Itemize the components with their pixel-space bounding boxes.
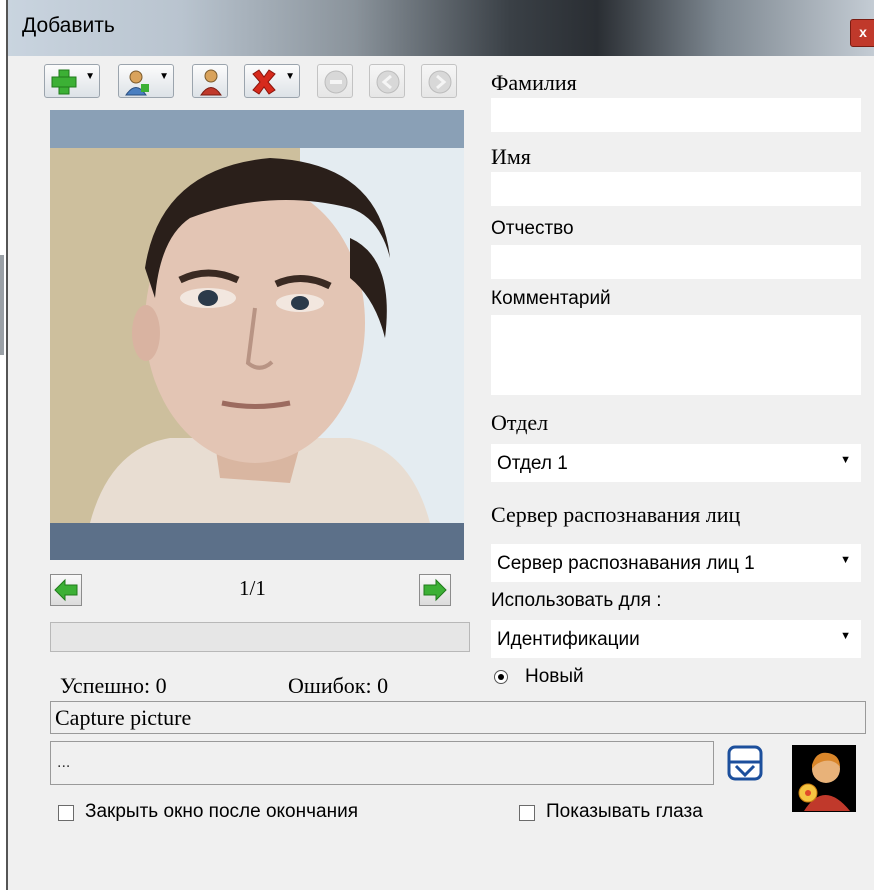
first-name-label: Имя xyxy=(491,144,531,169)
first-name-field[interactable] xyxy=(491,172,861,206)
close-after-checkbox[interactable] xyxy=(58,805,74,821)
prev-round-button[interactable] xyxy=(369,64,405,98)
photo-top-bar xyxy=(50,110,464,148)
new-radio[interactable] xyxy=(494,670,508,684)
progress-bar xyxy=(50,622,470,652)
status-message: Capture picture xyxy=(55,705,192,730)
user-menu-button[interactable]: ▼ xyxy=(118,64,174,98)
chevron-down-icon: ▼ xyxy=(159,71,169,82)
error-count: Ошибок: 0 xyxy=(288,673,389,698)
use-for-select[interactable]: Идентификации ▼ xyxy=(491,620,861,658)
delete-menu-button[interactable]: ▼ xyxy=(244,64,300,98)
patronymic-label: Отчество xyxy=(491,218,574,239)
close-button[interactable]: x xyxy=(850,19,874,47)
department-select[interactable]: Отдел 1 ▼ xyxy=(491,444,861,482)
next-circle-icon xyxy=(428,70,452,94)
user-icon xyxy=(200,69,222,96)
close-after-label[interactable]: Закрыть окно после окончания xyxy=(85,801,358,823)
next-round-button[interactable] xyxy=(421,64,457,98)
person-icon xyxy=(792,745,856,812)
prev-circle-icon xyxy=(376,70,400,94)
user-button[interactable] xyxy=(192,64,228,98)
face-photo xyxy=(50,148,464,523)
delete-icon xyxy=(252,69,276,95)
face-photo-panel xyxy=(50,110,464,560)
last-name-field[interactable] xyxy=(491,98,861,132)
server-select[interactable]: Сервер распознавания лиц 1 ▼ xyxy=(491,544,861,582)
stop-icon xyxy=(324,70,348,94)
comment-label: Комментарий xyxy=(491,288,611,309)
stack-icon xyxy=(727,745,763,781)
close-icon: x xyxy=(859,24,867,40)
use-for-label: Использовать для : xyxy=(491,590,662,611)
department-label: Отдел xyxy=(491,410,549,435)
last-name-label: Фамилия xyxy=(491,70,577,95)
comment-field[interactable] xyxy=(491,315,861,395)
server-value: Сервер распознавания лиц 1 xyxy=(497,553,755,574)
show-eyes-label[interactable]: Показывать глаза xyxy=(546,801,703,823)
add-photo-button[interactable]: ▼ xyxy=(44,64,100,98)
department-value: Отдел 1 xyxy=(497,453,568,474)
user-dropdown-icon xyxy=(125,70,149,96)
show-eyes-checkbox[interactable] xyxy=(519,805,535,821)
add-dialog-window: Добавить x ▼ ▼ ▼ 1/1 Успешно: 0 Ошибок: … xyxy=(0,0,874,890)
status-message-box: Capture picture xyxy=(50,701,866,734)
chevron-down-icon: ▼ xyxy=(285,71,295,82)
photo-counter: 1/1 xyxy=(239,576,266,600)
patronymic-field[interactable] xyxy=(491,245,861,279)
prev-photo-button[interactable] xyxy=(50,574,82,606)
success-count: Успешно: 0 xyxy=(60,673,167,698)
path-field[interactable]: ... xyxy=(50,741,714,785)
add-icon xyxy=(51,69,77,95)
window-title: Добавить xyxy=(22,14,115,37)
window-edge xyxy=(0,255,4,355)
arrow-right-icon xyxy=(423,578,447,602)
person-search-button[interactable] xyxy=(792,745,856,812)
chevron-down-icon: ▼ xyxy=(840,630,851,642)
next-photo-button[interactable] xyxy=(419,574,451,606)
use-for-value: Идентификации xyxy=(497,629,640,650)
chevron-down-icon: ▼ xyxy=(85,71,95,82)
chevron-down-icon: ▼ xyxy=(840,454,851,466)
new-radio-label[interactable]: Новый xyxy=(525,666,584,688)
stop-button[interactable] xyxy=(317,64,353,98)
browse-button[interactable] xyxy=(724,742,766,784)
server-label: Сервер распознавания лиц xyxy=(491,502,741,527)
title-bar[interactable]: Добавить x xyxy=(8,0,874,56)
chevron-down-icon: ▼ xyxy=(840,554,851,566)
photo-bottom-bar xyxy=(50,523,464,560)
arrow-left-icon xyxy=(54,578,78,602)
path-value: ... xyxy=(57,754,71,771)
